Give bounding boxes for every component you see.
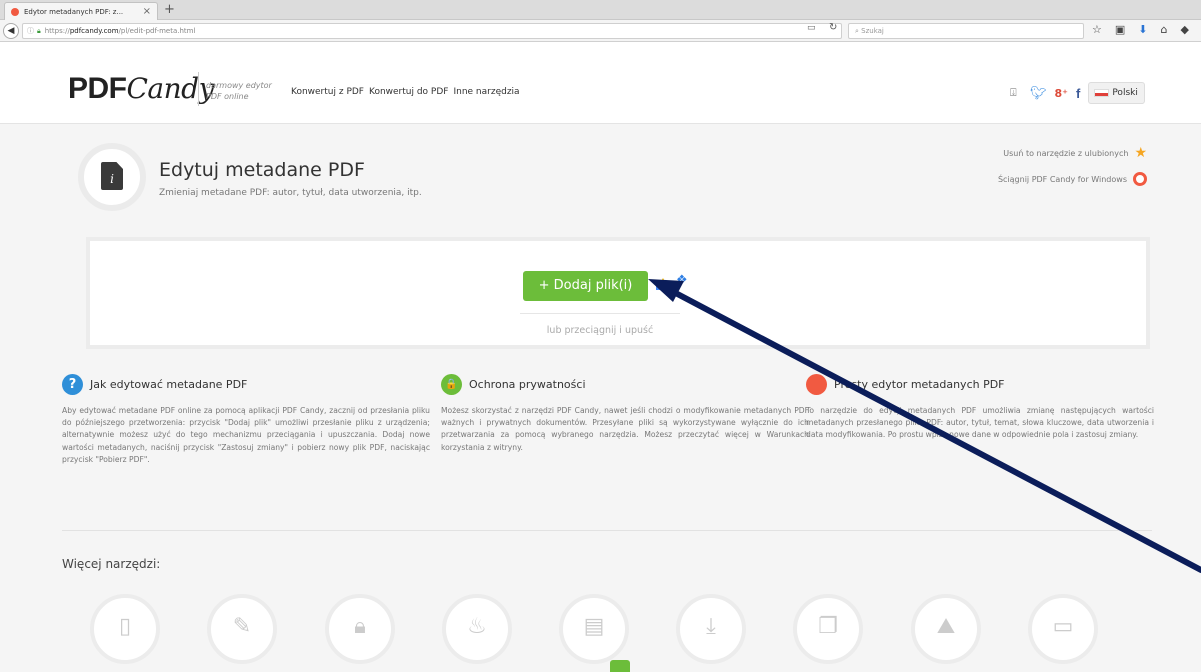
more-tool-1[interactable]: ▯ xyxy=(90,594,160,664)
page-subtitle: Zmieniaj metadane PDF: autor, tytuł, dat… xyxy=(159,188,422,198)
more-tool-9[interactable]: ▭ xyxy=(1028,594,1098,664)
more-tool-8[interactable]: ⛰ xyxy=(911,594,981,664)
tagline-line-2: PDF online xyxy=(206,92,249,101)
tablet-icon: ▯ xyxy=(118,614,132,639)
remove-favorite-label: Usuń to narzędzie z ulubionych xyxy=(1003,148,1129,158)
lock-icon: 🔒︎ xyxy=(37,26,41,35)
pocket-icon[interactable]: ◆ xyxy=(1180,23,1188,36)
logo-candy: Candy xyxy=(126,72,215,105)
edit-icon xyxy=(806,373,827,395)
facebook-icon[interactable]: f xyxy=(1076,86,1080,101)
main-nav: Konwertuj z PDF Konwertuj do PDF Inne na… xyxy=(291,87,520,97)
bookmark-star-icon[interactable]: ☆ xyxy=(1092,23,1102,36)
scroll-top-tab[interactable] xyxy=(610,660,630,672)
info-how-to: ? Jak edytować metadane PDF Aby edytować… xyxy=(62,373,430,466)
info-text: Możesz skorzystać z narzędzi PDF Candy, … xyxy=(441,406,809,452)
more-tool-6[interactable]: ⤓ xyxy=(676,594,746,664)
pdf-candy-logo-icon xyxy=(1133,172,1147,186)
site-header: PDFCandy darmowy edytor PDF online Konwe… xyxy=(0,42,1201,124)
info-text: To narzędzie do edycji metadanych PDF um… xyxy=(806,406,1154,440)
browser-toolbar: ☆ ▣ ⬇ ⌂ ◆ xyxy=(1092,23,1189,36)
browser-tab[interactable]: Edytor metadanych PDF: z... × xyxy=(4,2,158,20)
word-file-icon: ▤ xyxy=(583,614,605,639)
remove-favorite-link[interactable]: Usuń to narzędzie z ulubionych ★ xyxy=(1003,146,1147,160)
more-tools-title: Więcej narzędzi: xyxy=(62,557,161,571)
search-input[interactable]: ⌕ Szukaj xyxy=(848,23,1084,39)
info-title: Ochrona prywatności xyxy=(469,377,586,391)
drop-hint: lub przeciągnij i upuść xyxy=(546,325,654,336)
nav-convert-to-pdf[interactable]: Konwertuj do PDF xyxy=(369,87,448,97)
favicon-icon xyxy=(11,7,19,16)
url-host: pdfcandy.com xyxy=(69,27,119,35)
reader-view-icon[interactable]: ▭ xyxy=(807,23,816,33)
info-text: Aby edytować metadane PDF online za pomo… xyxy=(62,406,430,464)
dropbox-icon[interactable]: ❖ xyxy=(676,274,688,288)
edit-file-icon: ✎ xyxy=(232,614,252,639)
language-label: Polski xyxy=(1112,88,1138,98)
star-icon: ★ xyxy=(1134,145,1147,161)
google-drive-icon[interactable] xyxy=(656,278,670,290)
logo-divider xyxy=(198,72,199,106)
document-info-icon: i xyxy=(101,162,123,190)
tab-title: Edytor metadanych PDF: z... xyxy=(24,7,124,16)
nav-other-tools[interactable]: Inne narzędzia xyxy=(453,87,519,97)
tagline: darmowy edytor PDF online xyxy=(206,80,286,102)
logo[interactable]: PDFCandy xyxy=(68,72,214,106)
url-scheme: https:// xyxy=(44,27,70,35)
section-divider xyxy=(62,530,1152,531)
info-privacy: 🔒 Ochrona prywatności Możesz skorzystać … xyxy=(441,373,809,454)
more-tool-5[interactable]: ▤ xyxy=(559,594,629,664)
address-bar[interactable]: ⓘ 🔒︎ https:// pdfcandy.com /pl/edit-pdf-… xyxy=(22,23,842,39)
flag-icon xyxy=(1095,90,1109,96)
logo-pdf: PDF xyxy=(68,72,127,105)
more-tool-2[interactable]: ✎ xyxy=(207,594,277,664)
question-icon: ? xyxy=(62,373,83,395)
browser-window: Edytor metadanych PDF: z... × + ◀ ⓘ 🔒︎ h… xyxy=(0,0,1201,672)
padlock-icon: 🔒︎ xyxy=(354,614,366,639)
image-download-icon: ⛰ xyxy=(936,614,956,639)
tool-icon-badge: i xyxy=(78,143,146,211)
info-simple-editor: Prosty edytor metadanych PDF To narzędzi… xyxy=(806,373,1154,442)
header-actions: ⍗ 🐦︎ 8⁺ f Polski xyxy=(1010,82,1145,104)
page-title: Edytuj metadane PDF xyxy=(159,159,365,181)
download-windows-link[interactable]: Ściągnij PDF Candy for Windows xyxy=(998,172,1147,186)
main-content: i Edytuj metadane PDF Zmieniaj metadane … xyxy=(0,124,1201,672)
twitter-icon[interactable]: 🐦︎ xyxy=(1030,86,1047,101)
padlock-icon: 🔒 xyxy=(441,373,462,395)
photo-frame-icon: ▭ xyxy=(1052,614,1074,639)
dropzone-divider xyxy=(520,313,680,314)
info-icon[interactable]: ⓘ xyxy=(27,26,34,36)
info-title: Jak edytować metadane PDF xyxy=(90,377,248,391)
new-tab-button[interactable]: + xyxy=(164,3,175,17)
home-icon[interactable]: ⌂ xyxy=(1161,23,1168,36)
tagline-line-1: darmowy edytor xyxy=(206,81,272,90)
library-icon[interactable]: ▣ xyxy=(1115,23,1125,36)
back-button[interactable]: ◀ xyxy=(3,23,19,39)
copy-file-icon: ❐ xyxy=(818,614,838,639)
share-icon[interactable]: ⍗ xyxy=(1010,87,1022,99)
url-path: /pl/edit-pdf-meta.html xyxy=(118,27,196,35)
more-tool-3[interactable]: 🔒︎ xyxy=(325,594,395,664)
download-icon[interactable]: ⬇ xyxy=(1138,23,1147,36)
google-plus-icon[interactable]: 8⁺ xyxy=(1055,87,1068,100)
more-tools-list: ▯ ✎ 🔒︎ ♨ ▤ ⤓ ❐ ⛰ ▭ xyxy=(90,594,1150,664)
nav-convert-from-pdf[interactable]: Konwertuj z PDF xyxy=(291,87,364,97)
download-windows-label: Ściągnij PDF Candy for Windows xyxy=(997,174,1127,184)
search-placeholder: Szukaj xyxy=(861,27,884,35)
language-selector[interactable]: Polski xyxy=(1088,82,1145,104)
upload-dropzone[interactable]: + Dodaj plik(i) ❖ lub przeciągnij i upuś… xyxy=(86,237,1150,349)
tab-close-icon[interactable]: × xyxy=(143,6,151,17)
tab-strip: Edytor metadanych PDF: z... × + xyxy=(0,0,1201,20)
flame-icon: ♨ xyxy=(467,614,487,639)
reload-icon[interactable]: ↻ xyxy=(829,22,837,33)
more-tool-4[interactable]: ♨ xyxy=(442,594,512,664)
add-files-button[interactable]: + Dodaj plik(i) xyxy=(523,271,648,301)
download-tray-icon: ⤓ xyxy=(706,614,716,639)
info-title: Prosty edytor metadanych PDF xyxy=(834,377,1005,391)
navigation-bar: ◀ ⓘ 🔒︎ https:// pdfcandy.com /pl/edit-pd… xyxy=(0,20,1201,42)
more-tool-7[interactable]: ❐ xyxy=(793,594,863,664)
